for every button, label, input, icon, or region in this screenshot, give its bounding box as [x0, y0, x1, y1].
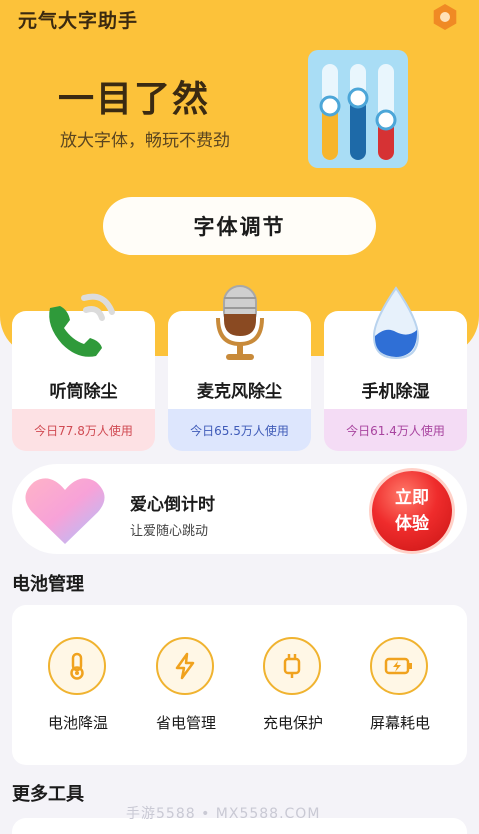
tool-usage: 今日65.5万人使用: [168, 409, 311, 451]
lightning-icon: [175, 652, 195, 680]
thermometer-icon: [70, 652, 84, 680]
love-subtitle: 让爱随心跳动: [130, 524, 209, 539]
love-title: 爱心倒计时: [130, 495, 215, 515]
font-slider-illustration: [308, 50, 408, 168]
tool-usage: 今日77.8万人使用: [12, 409, 155, 451]
tool-label: 手机除湿: [361, 382, 430, 402]
font-adjust-button[interactable]: 字体调节: [103, 197, 376, 255]
settings-hex-icon[interactable]: [431, 3, 459, 31]
battery-charging-icon: [384, 657, 412, 675]
battery-item-label: 屏幕耗电: [369, 714, 430, 732]
battery-item-label: 电池降温: [47, 714, 108, 732]
battery-item-label: 充电保护: [262, 714, 323, 732]
heart-icon: [25, 478, 105, 544]
tool-label: 麦克风除尘: [197, 382, 282, 402]
hero-subtitle: 放大字体，畅玩不费劲: [60, 131, 230, 151]
tool-label: 听筒除尘: [49, 382, 118, 402]
water-drop-icon: [372, 286, 420, 360]
battery-section-title: 电池管理: [12, 574, 84, 595]
hero-headline: 一目了然: [58, 79, 211, 120]
phone-icon: [49, 293, 115, 357]
try-now-line2: 体验: [395, 514, 429, 534]
microphone-icon: [216, 285, 264, 360]
charger-icon: [283, 654, 301, 678]
more-tools-title: 更多工具: [12, 784, 84, 805]
watermark: 手游5588 • MX5588.COM: [126, 806, 321, 822]
tool-usage: 今日61.4万人使用: [324, 409, 467, 451]
try-now-line1: 立即: [395, 488, 429, 508]
try-now-button[interactable]: 立即 体验: [372, 471, 452, 551]
battery-item-label: 省电管理: [155, 714, 216, 732]
app-title: 元气大字助手: [18, 10, 139, 32]
